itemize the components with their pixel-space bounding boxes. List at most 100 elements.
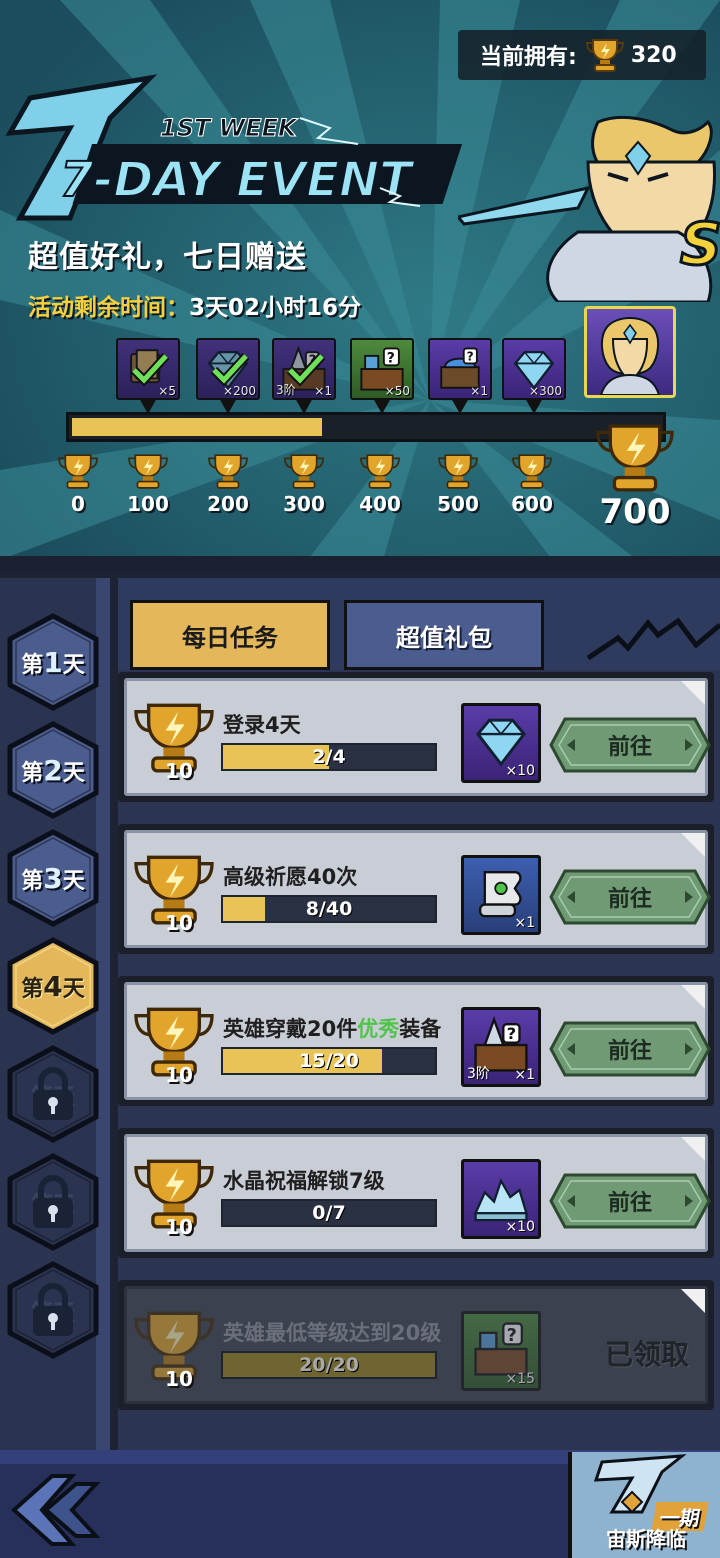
task-reward-item[interactable]: ×1 [461, 855, 541, 935]
tab-value-bundles[interactable]: 超值礼包 [344, 600, 544, 670]
hero-portrait: S [458, 115, 720, 302]
lock-icon [33, 1067, 73, 1120]
trophy-icon [128, 454, 168, 489]
milestone: 300 [274, 452, 334, 516]
task-title: 英雄最低等级达到20级 [223, 1321, 442, 1345]
go-button[interactable]: 前往 [549, 1021, 711, 1077]
card-corner [681, 833, 705, 857]
reward-qty: ×50 [384, 384, 410, 398]
task-title: 高级祈愿40次 [223, 865, 358, 889]
hero-grade: S [680, 210, 720, 278]
task-progress-text: 15/20 [299, 1050, 359, 1072]
svg-text:?: ? [467, 350, 474, 364]
task-title: 英雄穿戴20件优秀装备 [223, 1017, 442, 1041]
task-points: 10 [165, 1367, 193, 1391]
reward-qty: ×1 [470, 384, 488, 398]
task-reward-item[interactable]: ×10 [461, 703, 541, 783]
task-progress-text: 8/40 [305, 898, 353, 920]
trophy-icon [438, 454, 478, 489]
card-corner [681, 681, 705, 705]
task-row: 10 高级祈愿40次 8/40 ×1 前往 [118, 824, 714, 954]
milestone-reward[interactable]: ×300 [502, 338, 566, 400]
reward-qty: ×200 [223, 384, 256, 398]
milestone-reward[interactable]: ×200 [196, 338, 260, 400]
milestone-value: 400 [359, 492, 401, 516]
lock-icon [33, 1283, 73, 1336]
owned-value: 320 [630, 42, 677, 68]
milestone-reward[interactable]: ? ×1 [428, 338, 492, 400]
milestone-value: 0 [71, 492, 85, 516]
trophy-icon [596, 424, 674, 492]
svg-text:?: ? [507, 1024, 516, 1043]
svg-text:?: ? [387, 350, 395, 366]
task-progress-bar: 15/20 [221, 1047, 437, 1075]
check-icon [210, 352, 250, 386]
reward-qty: ×5 [158, 384, 176, 398]
milestone: 400 [350, 452, 410, 516]
task-reward-item[interactable]: ? ×15 [461, 1311, 541, 1391]
go-button-label: 前往 [607, 735, 652, 760]
svg-text:?: ? [507, 1326, 517, 1346]
day-tab-4[interactable]: 第4天 [6, 936, 100, 1036]
item-qty: ×1 [514, 915, 535, 931]
day-label: 第1天 [21, 645, 85, 679]
go-button[interactable]: 前往 [549, 869, 711, 925]
task-card: 10 高级祈愿40次 8/40 ×1 前往 [124, 830, 711, 948]
day-tab-6[interactable]: 第天 [6, 1152, 100, 1252]
milestone: 100 [118, 452, 178, 516]
zeus-event-button[interactable]: 一期 宙斯降临 [568, 1452, 720, 1558]
back-arrow-icon[interactable] [6, 1470, 106, 1550]
final-reward-hero-avatar[interactable] [584, 306, 676, 398]
day-tab-7[interactable]: 第天 [6, 1260, 100, 1360]
go-button-label: 前往 [607, 887, 652, 912]
lock-icon [33, 1175, 73, 1228]
task-row: 10 水晶祝福解锁7级 0/7 ×10 前往 [118, 1128, 714, 1258]
card-corner [681, 985, 705, 1009]
points-progress-fill [72, 418, 323, 436]
task-title: 水晶祝福解锁7级 [223, 1169, 385, 1193]
card-corner [681, 1137, 705, 1161]
task-title: 登录4天 [223, 713, 301, 737]
day-tab-1[interactable]: 第1天 [6, 612, 100, 712]
milestone-value: 200 [207, 492, 249, 516]
milestone-value: 300 [283, 492, 325, 516]
task-card: 10 登录4天 2/4 ×10 前往 [124, 678, 711, 796]
task-row: 10 登录4天 2/4 ×10 前往 [118, 672, 714, 802]
go-button[interactable]: 前往 [549, 717, 711, 773]
milestone: 600 [502, 452, 562, 516]
check-icon [130, 352, 170, 386]
milestone-value: 500 [437, 492, 479, 516]
task-progress-text: 0/7 [312, 1202, 346, 1224]
final-milestone: 700 [580, 420, 690, 532]
task-points: 10 [165, 759, 193, 783]
milestone-reward[interactable]: ? 3阶 ×1 [272, 338, 336, 400]
go-button-label: 前往 [607, 1039, 652, 1064]
trophy-icon [360, 454, 400, 489]
reward-tier: 3阶 [276, 383, 296, 397]
trophy-icon [208, 454, 248, 489]
task-progress-bar: 20/20 [221, 1351, 437, 1379]
item-qty: ×15 [505, 1371, 535, 1387]
card-corner [681, 1289, 705, 1313]
points-progress-bar [66, 412, 666, 442]
item-tier: 3阶 [467, 1066, 490, 1082]
task-reward-item[interactable]: ? 3阶 ×1 [461, 1007, 541, 1087]
event-logo: 1ST WEEK 7-DAY EVENT [5, 74, 463, 221]
tab-daily-tasks[interactable]: 每日任务 [130, 600, 330, 670]
milestone-reward[interactable]: ×5 [116, 338, 180, 400]
task-progress-text: 2/4 [312, 746, 346, 768]
event-timer: 活动剩余时间：3天02小时16分 [28, 288, 361, 322]
day-tab-5[interactable]: 第天 [6, 1044, 100, 1144]
milestone-reward[interactable]: ? ×50 [350, 338, 414, 400]
zeus-label: 宙斯降临 [606, 1527, 686, 1551]
day-label: 第4天 [21, 969, 85, 1003]
task-row: 10 英雄穿戴20件优秀装备 15/20? 3阶 ×1 前往 [118, 976, 714, 1106]
milestone: 500 [428, 452, 488, 516]
milestone-value: 100 [127, 492, 169, 516]
task-reward-item[interactable]: ×10 [461, 1159, 541, 1239]
task-points: 10 [165, 911, 193, 935]
go-button[interactable]: 前往 [549, 1173, 711, 1229]
day-tab-2[interactable]: 第2天 [6, 720, 100, 820]
task-points: 10 [165, 1063, 193, 1087]
day-tab-3[interactable]: 第3天 [6, 828, 100, 928]
